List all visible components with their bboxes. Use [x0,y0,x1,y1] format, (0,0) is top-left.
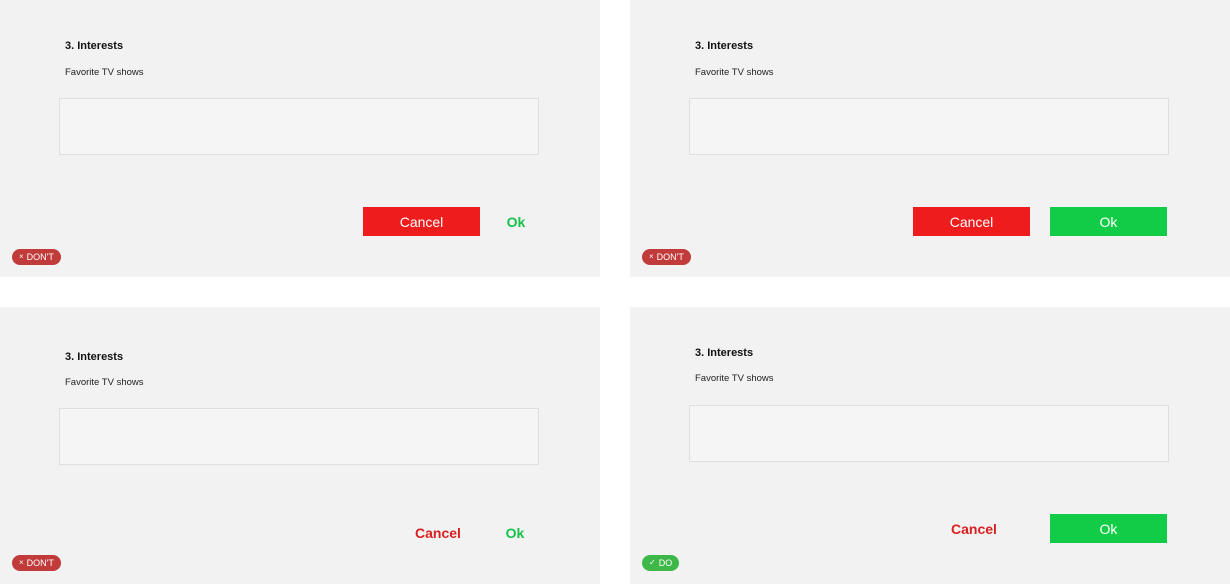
dont-badge: × DON'T [12,555,61,571]
tv-shows-textarea[interactable] [689,98,1169,155]
badge-label: DON'T [26,252,54,262]
cancel-button[interactable]: Cancel [405,518,471,547]
ok-button[interactable]: Ok [495,518,535,547]
example-panel-2: 3. Interests Favorite TV shows Cancel Ok… [630,0,1230,277]
example-panel-3: 3. Interests Favorite TV shows Cancel Ok… [0,307,600,584]
check-icon: ✓ [649,558,656,567]
tv-shows-textarea[interactable] [59,98,539,155]
ok-button[interactable]: Ok [1050,207,1167,236]
ok-button[interactable]: Ok [496,207,536,236]
close-icon: × [649,252,654,261]
tv-shows-textarea[interactable] [689,405,1169,462]
dont-badge: × DON'T [12,249,61,265]
close-icon: × [19,558,24,567]
section-heading: 3. Interests [65,40,124,52]
cancel-button[interactable]: Cancel [913,207,1030,236]
ok-button[interactable]: Ok [1050,514,1167,543]
section-heading: 3. Interests [695,347,754,359]
field-label: Favorite TV shows [65,67,144,78]
example-panel-4: 3. Interests Favorite TV shows Cancel Ok… [630,307,1230,584]
close-icon: × [19,252,24,261]
badge-label: DON'T [656,252,684,262]
tv-shows-textarea[interactable] [59,408,539,465]
dont-badge: × DON'T [642,249,691,265]
badge-label: DON'T [26,558,54,568]
do-badge: ✓ DO [642,555,680,571]
field-label: Favorite TV shows [695,373,774,384]
badge-label: DO [658,558,673,568]
section-heading: 3. Interests [695,40,754,52]
field-label: Favorite TV shows [65,377,144,388]
cancel-button[interactable]: Cancel [363,207,480,236]
field-label: Favorite TV shows [695,67,774,78]
section-heading: 3. Interests [65,351,124,363]
cancel-button[interactable]: Cancel [941,514,1007,543]
example-panel-1: 3. Interests Favorite TV shows Cancel Ok… [0,0,600,277]
